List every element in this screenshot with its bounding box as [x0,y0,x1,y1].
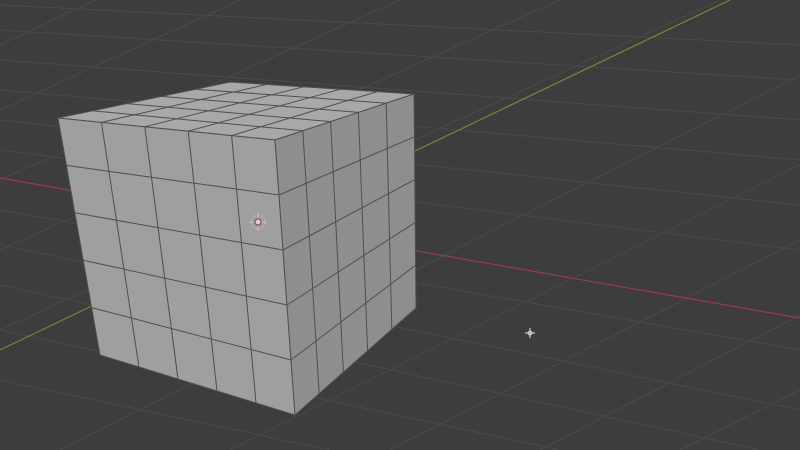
cube-right-face [274,93,417,417]
cube-object[interactable] [57,81,417,417]
3d-viewport[interactable] [0,0,800,450]
3d-cursor-icon[interactable] [525,328,535,338]
